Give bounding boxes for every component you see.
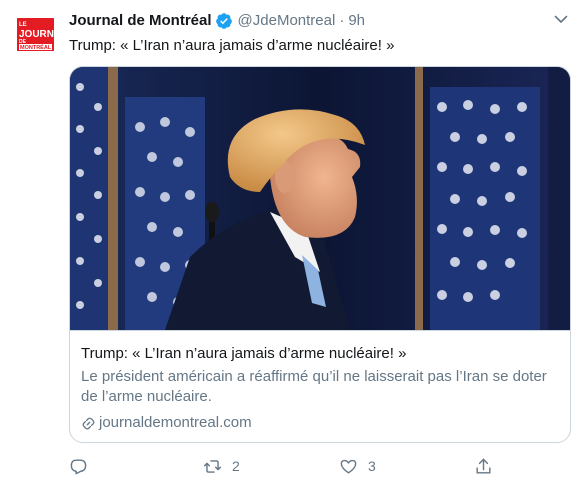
avatar[interactable]: LE JOURNAL DE MONTRÉAL (11, 10, 60, 59)
separator: · (339, 12, 345, 29)
link-card[interactable]: Trump: « L’Iran n’aura jamais d’arme nuc… (69, 66, 571, 443)
reply-button[interactable] (69, 454, 98, 478)
retweet-count: 2 (232, 458, 240, 474)
like-count: 3 (368, 458, 376, 474)
retweet-button[interactable]: 2 (203, 454, 240, 478)
like-button[interactable]: 3 (339, 454, 376, 478)
tweet[interactable]: LE JOURNAL DE MONTRÉAL Journal de Montré… (0, 0, 582, 484)
tweet-actions: 2 3 (69, 454, 499, 478)
tweet-text: Trump: « L’Iran n’aura jamais d’arme nuc… (69, 37, 395, 54)
author-handle[interactable]: @JdeMontreal (238, 10, 336, 32)
verified-badge-icon (215, 13, 232, 29)
card-domain-text: journaldemontreal.com (99, 414, 252, 431)
svg-text:LE: LE (19, 22, 27, 28)
svg-text:MONTRÉAL: MONTRÉAL (20, 43, 52, 51)
card-image[interactable] (70, 67, 570, 330)
tweet-header: Journal de Montréal @JdeMontreal · 9h (69, 10, 365, 32)
card-domain: journaldemontreal.com (81, 413, 252, 433)
card-body[interactable]: Trump: « L’Iran n’aura jamais d’arme nuc… (70, 330, 570, 442)
link-icon (82, 417, 95, 429)
card-description: Le président américain a réaffirmé qu’il… (81, 368, 547, 405)
share-icon (476, 458, 491, 474)
author-name[interactable]: Journal de Montréal (69, 10, 212, 32)
like-icon (340, 459, 357, 474)
retweet-icon (203, 459, 222, 473)
reply-icon (70, 458, 87, 474)
chevron-down-icon[interactable] (553, 11, 569, 27)
share-button[interactable] (474, 454, 493, 478)
card-title: Trump: « L’Iran n’aura jamais d’arme nuc… (81, 345, 407, 362)
tweet-timestamp[interactable]: 9h (348, 10, 365, 32)
journal-de-montreal-logo: LE JOURNAL DE MONTRÉAL (17, 18, 54, 51)
